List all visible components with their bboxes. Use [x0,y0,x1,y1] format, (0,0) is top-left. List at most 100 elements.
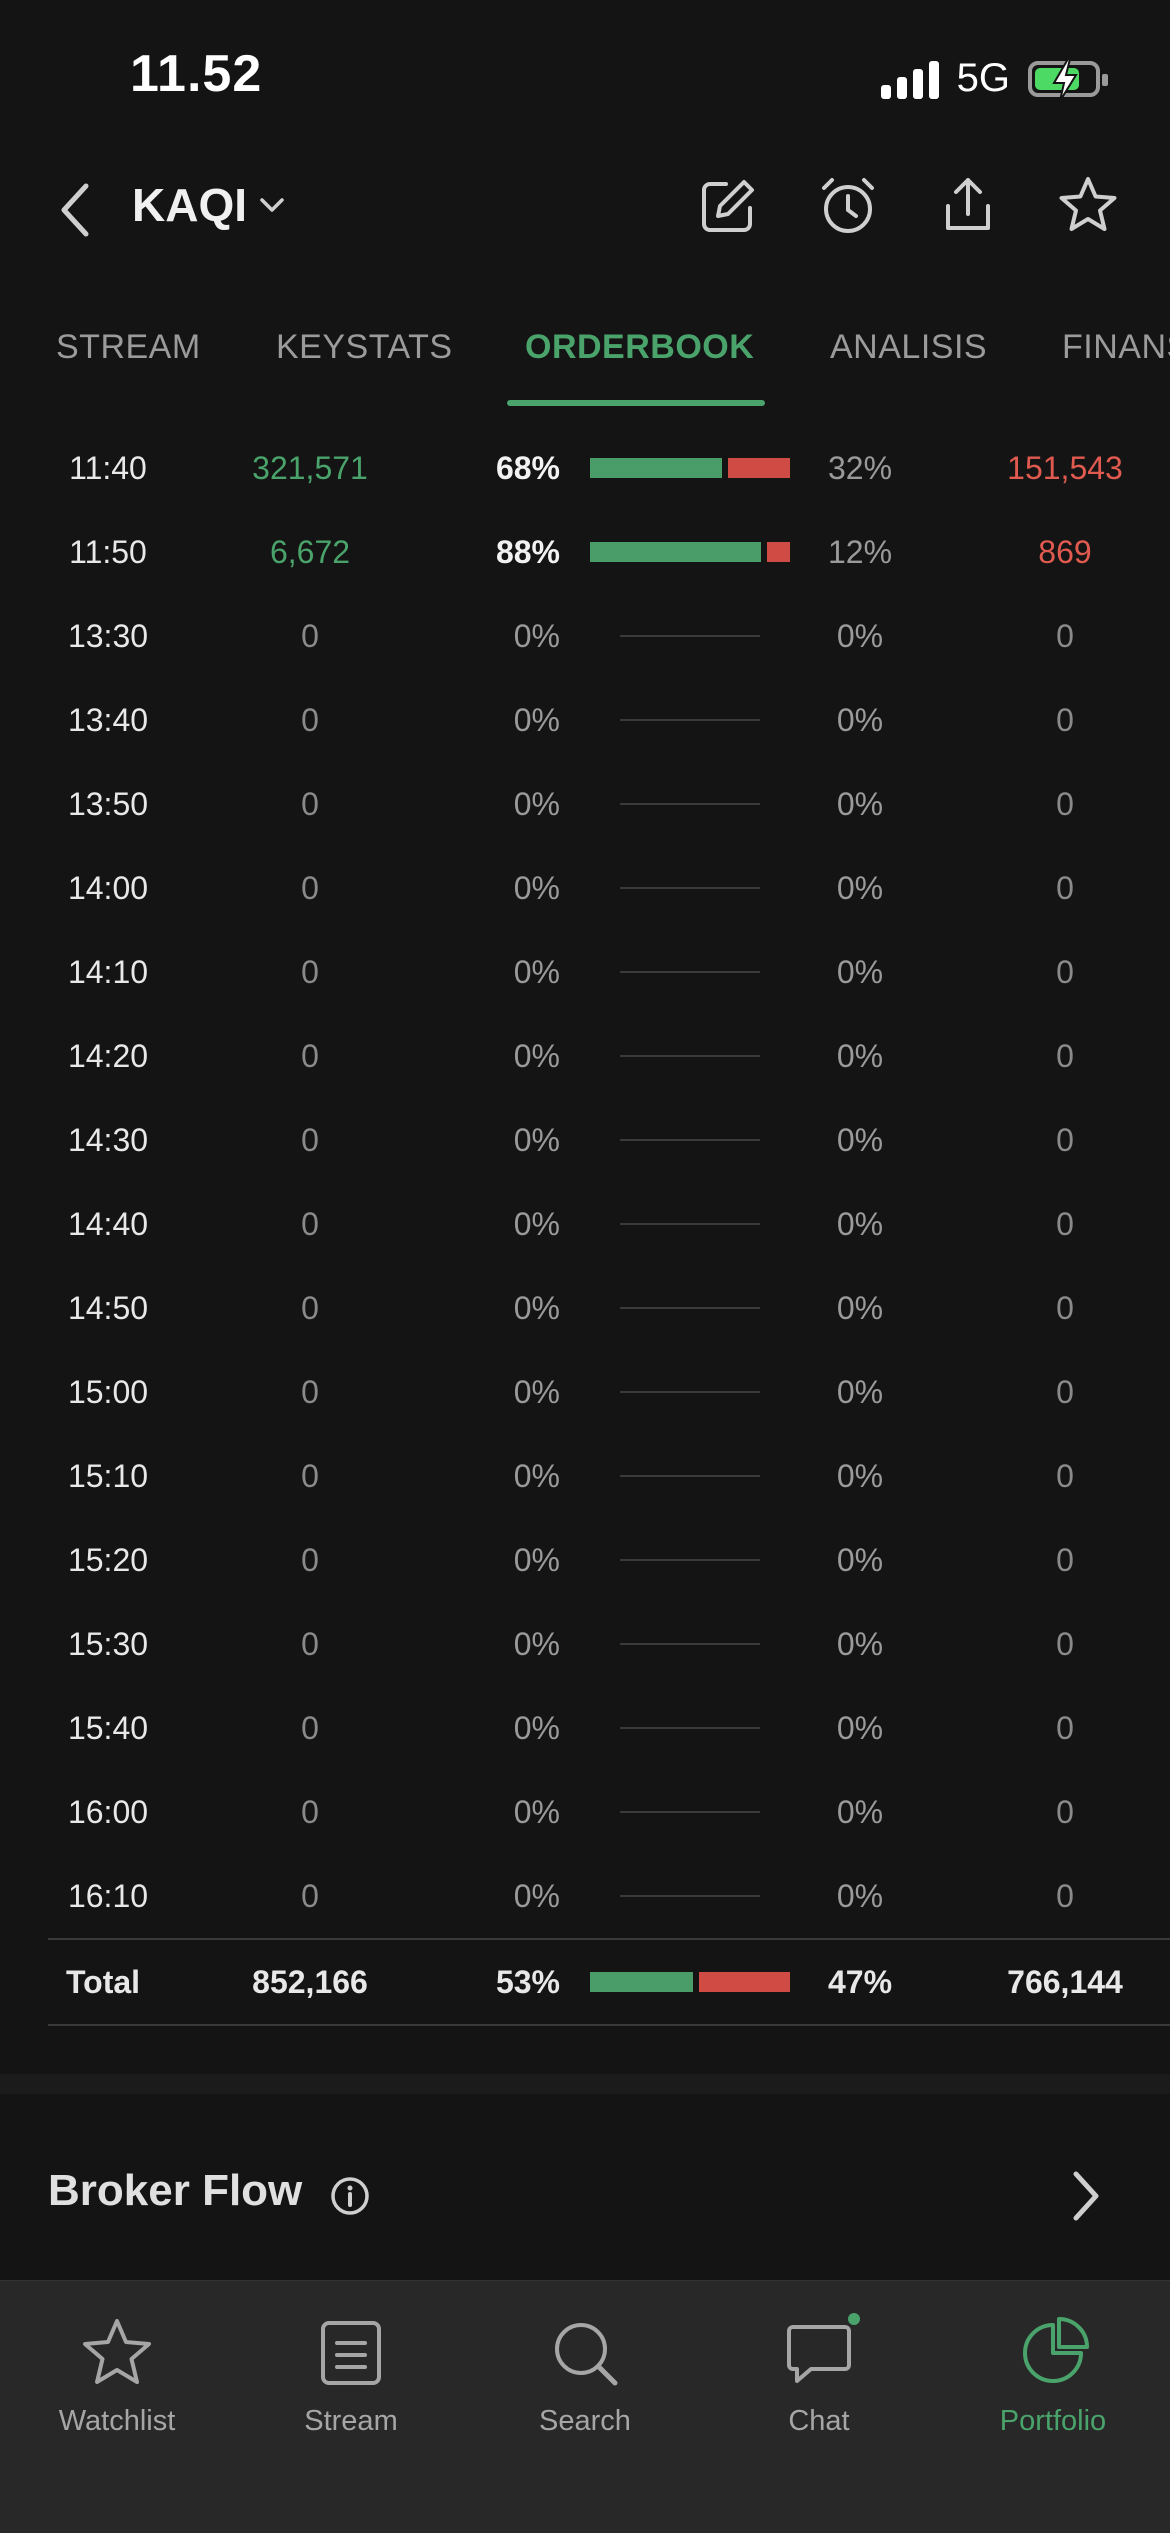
ticker-selector[interactable]: KAQI [132,178,285,232]
tab-keystats[interactable]: KEYSTATS [276,328,453,367]
sell-volume: 0 [1056,1290,1074,1326]
tab-analisis[interactable]: ANALISIS [830,328,987,367]
orderbook-row: 14:40 0 0% 0% 0 [0,1182,1170,1266]
buy-percent: 0% [513,954,560,990]
buy-percent: 53% [495,1964,560,2000]
buy-percent: 0% [513,870,560,906]
buy-sell-ratio-bar [590,846,790,930]
buy-percent: 0% [513,1878,560,1914]
buy-sell-ratio-bar [590,1686,790,1770]
tab-finans[interactable]: FINANS [1062,328,1170,367]
row-time: 14:50 [67,1290,149,1326]
sell-percent: 0% [836,1206,884,1242]
buy-sell-ratio-bar [590,510,790,594]
buy-sell-ratio-bar [590,762,790,846]
buy-percent: 0% [513,1542,560,1578]
buy-sell-ratio-bar [590,1518,790,1602]
chat-notification-dot [848,2313,860,2325]
sell-volume: 766,144 [1007,1964,1123,2000]
orderbook-total-row: Total 852,166 53% 47% 766,144 [48,1938,1170,2026]
sell-percent: 0% [836,870,884,906]
sell-percent: 0% [836,1290,884,1326]
buy-volume: 852,166 [252,1964,368,2000]
alarm-icon[interactable] [816,174,880,238]
buy-sell-ratio-bar [590,1266,790,1350]
orderbook-row: 16:10 0 0% 0% 0 [0,1854,1170,1938]
sell-volume: 0 [1056,1038,1074,1074]
sell-volume: 0 [1056,1878,1074,1914]
sell-percent: 0% [836,1794,884,1830]
buy-volume: 0 [301,1710,319,1746]
sell-bar [728,458,790,478]
buy-percent: 0% [513,702,560,738]
sell-bar [767,542,790,562]
battery-icon [1028,58,1108,101]
buy-sell-ratio-bar [590,1098,790,1182]
sell-percent: 0% [836,1542,884,1578]
buy-volume: 0 [301,1038,319,1074]
tab-stream[interactable]: STREAM [56,328,201,367]
empty-bar [620,1811,760,1813]
row-time: 15:20 [67,1542,149,1578]
sell-percent: 0% [836,1878,884,1914]
tab-bar: STREAM KEYSTATS ORDERBOOK ANALISIS FINAN… [0,320,1170,410]
row-time: 14:40 [67,1206,149,1242]
row-time: 13:30 [67,618,149,654]
buy-sell-ratio-bar [590,1940,790,2024]
chat-icon [787,2325,851,2383]
empty-bar [620,1643,760,1645]
empty-bar [620,1223,760,1225]
buy-volume: 0 [301,1458,319,1494]
row-time: 13:40 [67,702,149,738]
bottom-tab-portfolio[interactable]: Portfolio [936,2301,1170,2438]
sell-volume: 869 [1038,534,1092,570]
empty-bar [620,635,760,637]
orderbook-row: 15:30 0 0% 0% 0 [0,1602,1170,1686]
buy-volume: 0 [301,1626,319,1662]
empty-bar [620,1475,760,1477]
edit-icon[interactable] [696,174,760,238]
sell-volume: 0 [1056,1206,1074,1242]
row-time: 15:40 [67,1710,149,1746]
header-actions [696,174,1120,238]
star-icon [83,2319,151,2384]
info-icon[interactable] [330,2176,370,2216]
sell-volume: 0 [1056,1794,1074,1830]
share-icon[interactable] [936,174,1000,238]
sell-percent: 0% [836,1626,884,1662]
empty-bar [620,1055,760,1057]
buy-volume: 0 [301,702,319,738]
buy-percent: 0% [513,786,560,822]
sell-volume: 0 [1056,870,1074,906]
orderbook-row: 13:40 0 0% 0% 0 [0,678,1170,762]
bottom-tab-stream[interactable]: Stream [234,2301,468,2438]
bottom-tab-chat[interactable]: Chat [702,2301,936,2438]
row-time: 14:00 [67,870,149,906]
buy-volume: 0 [301,1122,319,1158]
back-chevron-icon[interactable] [56,180,96,240]
orderbook-row: 11:40 321,571 68% 32% 151,543 [0,426,1170,510]
sell-volume: 0 [1056,1374,1074,1410]
empty-bar [620,1391,760,1393]
empty-bar [620,1559,760,1561]
orderbook-row: 14:20 0 0% 0% 0 [0,1014,1170,1098]
bottom-tab-watchlist[interactable]: Watchlist [0,2301,234,2438]
tab-orderbook[interactable]: ORDERBOOK [525,328,754,367]
sell-percent: 0% [836,1038,884,1074]
sell-volume: 0 [1056,1542,1074,1578]
bottom-tab-label: Portfolio [999,2405,1107,2437]
buy-percent: 0% [513,1458,560,1494]
broker-flow-section[interactable]: Broker Flow [0,2110,1170,2280]
bottom-tab-search[interactable]: Search [468,2301,702,2438]
row-time: 11:40 [69,450,147,486]
buy-volume: 0 [301,786,319,822]
sell-percent: 0% [836,618,884,654]
buy-sell-ratio-bar [590,1602,790,1686]
star-icon[interactable] [1056,174,1120,238]
buy-sell-ratio-bar [590,426,790,510]
chevron-right-icon[interactable] [1068,2170,1104,2222]
buy-percent: 0% [513,1710,560,1746]
sell-volume: 0 [1056,1458,1074,1494]
sell-volume: 151,543 [1007,450,1123,486]
row-time: 16:10 [67,1878,149,1914]
